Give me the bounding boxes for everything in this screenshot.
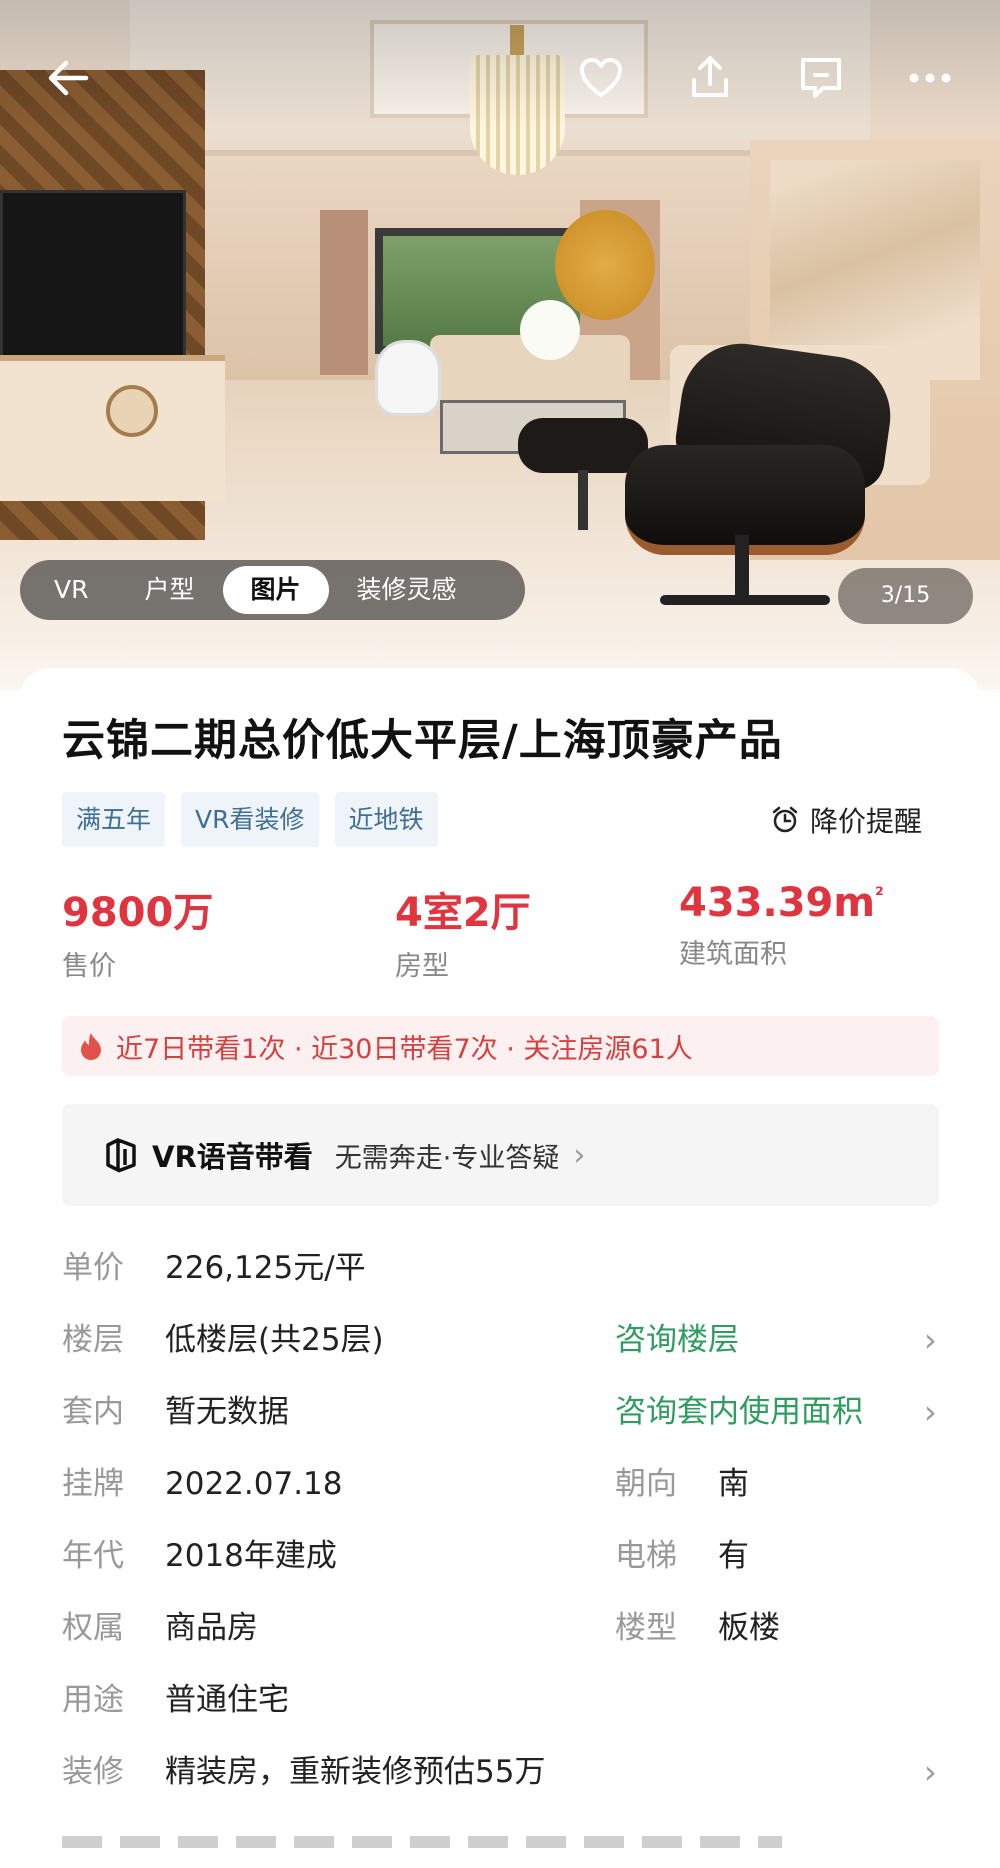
detail-value: 精装房，重新装修预估55万: [165, 1754, 546, 1790]
detail-value-building-type: 板楼: [718, 1610, 780, 1646]
detail-unit-price: 单价 226,125元/平: [62, 1243, 962, 1293]
photo-chair-feet: [660, 595, 830, 605]
alarm-clock-icon: [772, 806, 798, 833]
layout-label: 房型: [395, 951, 449, 982]
stat-layout: 4室2厅 房型: [395, 880, 531, 983]
tag-vr-decor: VR看装修: [181, 792, 319, 847]
listing-title: 云锦二期总价低大平层/上海顶豪产品: [62, 716, 783, 766]
tab-photos[interactable]: 图片: [222, 566, 329, 614]
detail-label-building-type: 楼型: [615, 1610, 677, 1646]
detail-value-elevator: 有: [718, 1538, 749, 1574]
detail-decoration[interactable]: 装修 精装房，重新装修预估55万 ›: [62, 1747, 962, 1797]
tab-floorplan[interactable]: 户型: [116, 566, 222, 614]
more-icon[interactable]: [900, 48, 960, 108]
chevron-right-icon: ›: [924, 1393, 937, 1431]
chevron-right-icon: ›: [924, 1321, 937, 1359]
detail-label: 装修: [62, 1754, 124, 1790]
vr-voice-guide[interactable]: VR语音带看 无需奔走·专业答疑 ›: [62, 1104, 939, 1206]
vr-guide-desc: 无需奔走·专业答疑: [334, 1142, 560, 1174]
detail-value: 2022.07.18: [165, 1466, 343, 1502]
vr-cube-icon: [106, 1138, 136, 1173]
share-icon[interactable]: [680, 48, 740, 108]
message-icon[interactable]: [791, 48, 851, 108]
detail-floor[interactable]: 楼层 低楼层(共25层) 咨询楼层 ›: [62, 1315, 962, 1365]
price-label: 售价: [62, 951, 116, 982]
back-arrow-icon[interactable]: [38, 48, 98, 108]
area-number: 433.39m: [679, 880, 876, 926]
chevron-right-icon: ›: [924, 1753, 937, 1791]
photo-tree: [555, 210, 655, 320]
tag-near-metro: 近地铁: [334, 792, 438, 847]
detail-label: 年代: [62, 1538, 124, 1574]
detail-ownership: 权属 商品房 楼型 板楼: [62, 1603, 962, 1653]
detail-label-elevator: 电梯: [615, 1538, 677, 1574]
area-value: 433.39m²: [679, 880, 884, 926]
media-tabs: VR 户型 图片 装修灵感: [20, 560, 525, 620]
detail-value: 商品房: [165, 1610, 258, 1646]
detail-label-orientation: 朝向: [615, 1466, 677, 1502]
photo-counter: 3/15: [838, 568, 973, 624]
key-stats: 9800万 售价 4室2厅 房型 433.39m² 建筑面积: [62, 880, 962, 983]
detail-listed: 挂牌 2022.07.18 朝向 南: [62, 1459, 962, 1509]
reminder-label: 降价提醒: [810, 805, 923, 838]
ask-inner-area-link[interactable]: 咨询套内使用面积: [615, 1387, 863, 1437]
detail-label: 单价: [62, 1250, 124, 1286]
heart-icon[interactable]: [571, 48, 631, 108]
photo-ottoman: [518, 418, 648, 473]
area-label: 建筑面积: [679, 939, 787, 970]
vr-guide-title: VR语音带看: [152, 1140, 313, 1174]
photo-ottoman-base: [578, 470, 588, 530]
stat-area: 433.39m² 建筑面积: [679, 880, 884, 971]
tag-list: 满五年 VR看装修 近地铁: [62, 792, 438, 847]
detail-label: 楼层: [62, 1322, 124, 1358]
layout-value: 4室2厅: [395, 890, 531, 936]
activity-text: 近7日带看1次 · 近30日带看7次 · 关注房源61人: [116, 1033, 693, 1065]
photo-flowers: [520, 300, 580, 360]
detail-inner-area[interactable]: 套内 暂无数据 咨询套内使用面积 ›: [62, 1387, 962, 1437]
stat-price: 9800万 售价: [62, 880, 213, 983]
detail-label: 挂牌: [62, 1466, 124, 1502]
price-value: 9800万: [62, 890, 214, 936]
photo-curtain-left: [320, 210, 368, 375]
flame-icon: [81, 1033, 101, 1060]
tab-vr[interactable]: VR: [26, 566, 116, 614]
tag-five-years: 满五年: [62, 792, 166, 847]
photo-medallion: [106, 385, 158, 437]
tab-decor-ideas[interactable]: 装修灵感: [329, 566, 485, 614]
ask-floor-link[interactable]: 咨询楼层: [615, 1315, 739, 1365]
detail-label: 权属: [62, 1610, 124, 1646]
chevron-right-icon: ›: [573, 1137, 586, 1173]
detail-value: 暂无数据: [165, 1394, 289, 1430]
next-row-cut-off: [62, 1808, 782, 1848]
detail-label: 套内: [62, 1394, 124, 1430]
detail-usage: 用途 普通住宅: [62, 1675, 962, 1725]
detail-value: 低楼层(共25层): [165, 1322, 384, 1358]
detail-value-orientation: 南: [718, 1466, 749, 1502]
detail-year: 年代 2018年建成 电梯 有: [62, 1531, 962, 1581]
photo-egg-chair: [375, 340, 441, 416]
listing-card: 云锦二期总价低大平层/上海顶豪产品 满五年 VR看装修 近地铁 降价提醒 980…: [20, 668, 980, 1868]
price-drop-reminder[interactable]: 降价提醒: [770, 798, 922, 842]
viewing-activity-banner: 近7日带看1次 · 近30日带看7次 · 关注房源61人: [62, 1016, 939, 1076]
detail-value: 2018年建成: [165, 1538, 337, 1574]
detail-value: 226,125元/平: [165, 1250, 366, 1286]
detail-value: 普通住宅: [165, 1682, 289, 1718]
area-unit-superscript: ²: [875, 882, 884, 907]
detail-label: 用途: [62, 1682, 124, 1718]
